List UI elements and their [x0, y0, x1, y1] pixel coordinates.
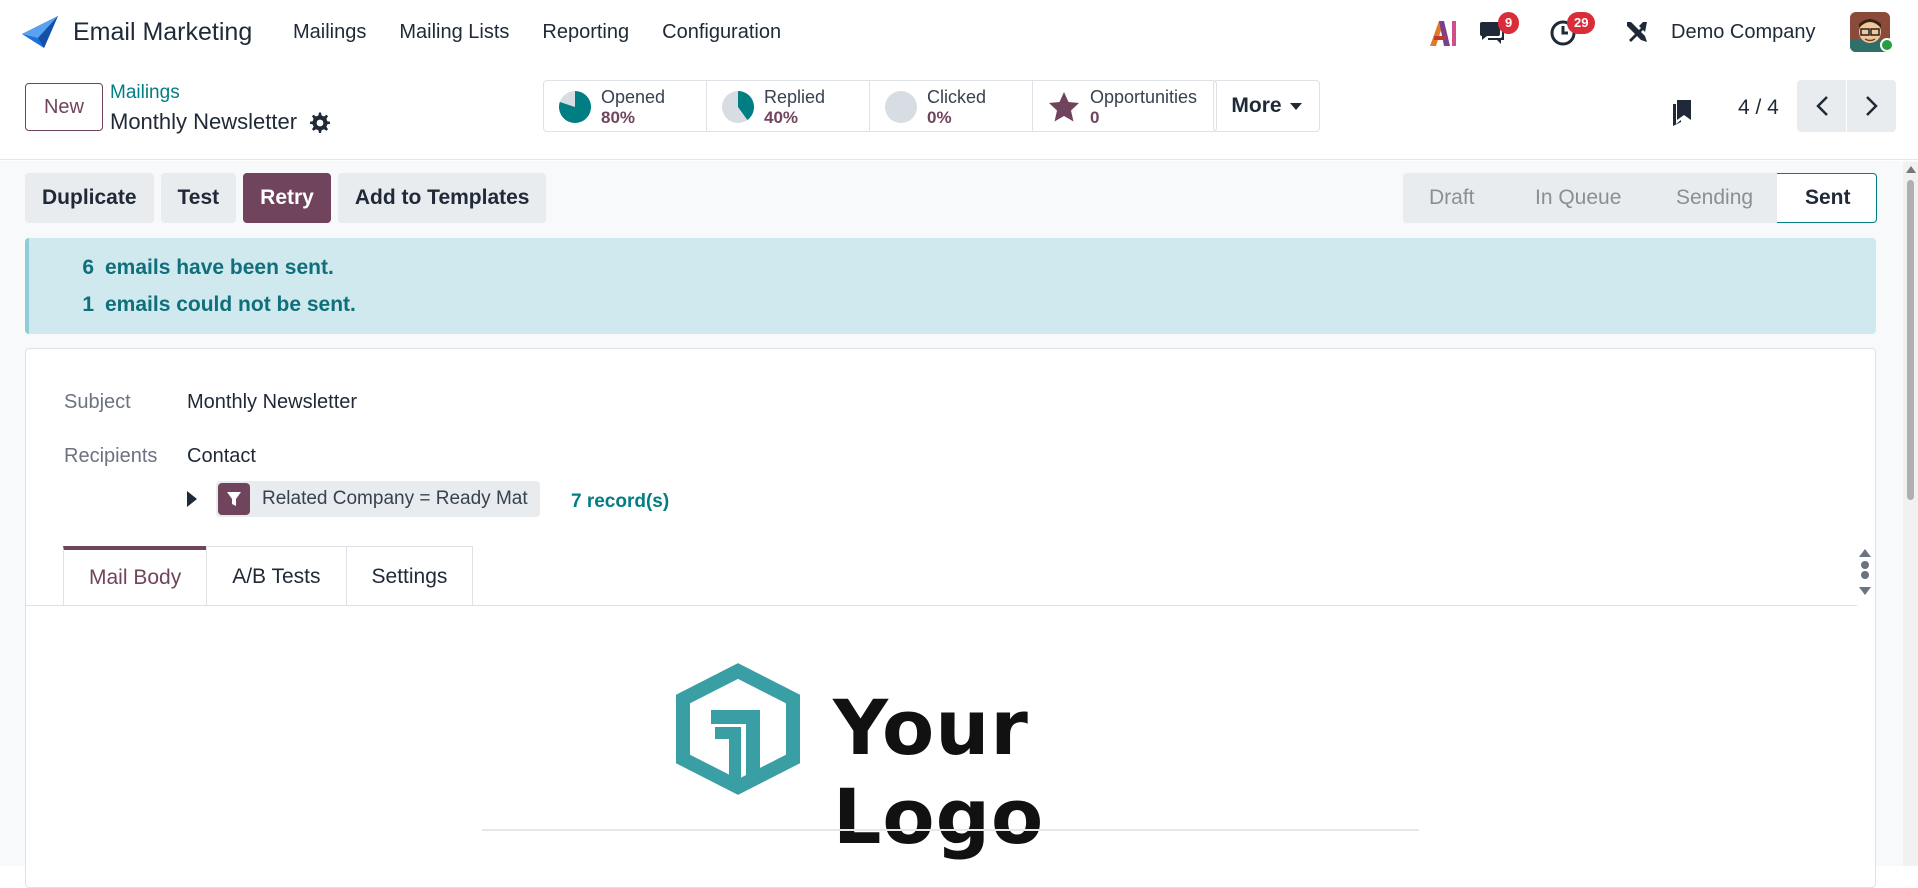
gear-icon[interactable] — [309, 112, 331, 134]
clicked-pie-icon — [885, 91, 917, 123]
stat-replied[interactable]: Replied 40% — [707, 81, 870, 131]
sending-status-alert: 6 emails have been sent. 1 emails could no… — [25, 238, 1876, 334]
pager-value[interactable]: 4 / 4 — [1738, 96, 1779, 120]
activities-badge: 29 — [1567, 12, 1596, 34]
control-panel: New Mailings Monthly Newsletter Opened 8… — [0, 66, 1918, 160]
more-label: More — [1231, 94, 1282, 117]
logo-text: Your Logo — [833, 683, 1045, 861]
sent-count: 6 — [82, 256, 94, 279]
tab-scroll-arrows-icon[interactable] — [1857, 547, 1873, 599]
stat-opened[interactable]: Opened 80% — [544, 81, 707, 131]
menu-mailing-lists[interactable]: Mailing Lists — [399, 21, 509, 44]
replied-pie-icon — [722, 91, 754, 123]
stat-label: Clicked — [927, 87, 987, 107]
pager-previous-button[interactable] — [1797, 80, 1846, 132]
subject-label: Subject — [64, 391, 131, 413]
more-dropdown-button[interactable]: More — [1213, 80, 1320, 132]
top-navbar: Email Marketing Mailings Mailing Lists R… — [0, 0, 1918, 66]
notebook-tabs: Mail Body A/B Tests Settings — [63, 546, 474, 606]
app-name[interactable]: Email Marketing — [73, 18, 252, 47]
tools-icon[interactable] — [1623, 18, 1651, 46]
stat-value: 0 — [1090, 108, 1100, 127]
failed-line: 1 emails could not be sent. — [74, 293, 356, 317]
stat-clicked[interactable]: Clicked 0% — [870, 81, 1033, 131]
recipients-field[interactable]: Contact — [187, 445, 256, 468]
menu-mailings[interactable]: Mailings — [293, 21, 366, 44]
app-logo-icon[interactable] — [20, 14, 60, 50]
domain-text: Related Company = Ready Mat — [262, 488, 528, 509]
expand-triangle-icon[interactable] — [187, 491, 197, 507]
pager-next-button[interactable] — [1847, 80, 1896, 132]
sent-text: emails have been sent. — [105, 256, 334, 279]
menu-reporting[interactable]: Reporting — [542, 21, 629, 44]
chevron-left-icon — [1815, 96, 1828, 116]
stat-label: Opened — [601, 87, 666, 107]
tabs-divider — [26, 605, 1857, 606]
duplicate-button[interactable]: Duplicate — [25, 173, 154, 223]
records-link[interactable]: 7 record(s) — [571, 491, 669, 513]
bookmark-icon[interactable] — [1671, 98, 1693, 126]
stat-value: 80% — [601, 108, 636, 127]
tab-settings[interactable]: Settings — [345, 546, 474, 606]
stage-sending[interactable]: Sending — [1648, 173, 1777, 223]
status-bar: Draft In Queue Sending Sent — [1403, 173, 1877, 223]
stage-in-queue[interactable]: In Queue — [1507, 173, 1648, 223]
domain-filter-chip[interactable]: Related Company = Ready Mat — [216, 481, 540, 517]
stat-opportunities[interactable]: Opportunities 0 — [1033, 81, 1216, 131]
mail-logo[interactable]: Your Logo — [653, 661, 1233, 861]
star-icon — [1049, 92, 1079, 122]
stat-buttons: Opened 80% Replied 40% Clicked 0% Opport… — [543, 80, 1217, 132]
tab-ab-tests[interactable]: A/B Tests — [206, 546, 347, 606]
failed-count: 1 — [82, 293, 94, 316]
filter-icon — [218, 483, 250, 515]
online-status-dot — [1880, 38, 1894, 52]
add-to-templates-button[interactable]: Add to Templates — [337, 173, 547, 223]
scroll-up-icon[interactable] — [1906, 166, 1916, 173]
breadcrumb-mailings[interactable]: Mailings — [110, 82, 180, 104]
recipients-label: Recipients — [64, 445, 158, 467]
hexagon-logo-icon — [676, 663, 800, 795]
company-switcher[interactable]: Demo Company — [1671, 21, 1816, 44]
stat-value: 0% — [927, 108, 952, 127]
retry-button[interactable]: Retry — [243, 173, 331, 223]
main-menu: Mailings Mailing Lists Reporting Configu… — [293, 21, 814, 44]
record-title: Monthly Newsletter — [110, 109, 298, 134]
tab-mail-body[interactable]: Mail Body — [63, 546, 208, 606]
ai-icon[interactable] — [1428, 18, 1458, 48]
stat-label: Replied — [764, 87, 826, 107]
new-button[interactable]: New — [25, 83, 103, 131]
stat-value: 40% — [764, 108, 799, 127]
scroll-thumb[interactable] — [1907, 180, 1914, 500]
menu-configuration[interactable]: Configuration — [662, 21, 781, 44]
caret-down-icon — [1289, 102, 1302, 110]
stat-label: Opportunities — [1090, 87, 1198, 107]
page-scrollbar[interactable] — [1903, 162, 1918, 866]
test-button[interactable]: Test — [160, 173, 237, 223]
mail-divider — [482, 829, 1419, 831]
stage-draft[interactable]: Draft — [1403, 173, 1507, 223]
opened-pie-icon — [559, 91, 591, 123]
stage-sent[interactable]: Sent — [1777, 173, 1877, 223]
chevron-right-icon — [1865, 96, 1878, 116]
form-view: Duplicate Test Retry Add to Templates Dr… — [0, 161, 1918, 888]
sent-line: 6 emails have been sent. — [74, 256, 334, 280]
messages-badge: 9 — [1498, 12, 1520, 34]
subject-field[interactable]: Monthly Newsletter — [187, 391, 357, 414]
failed-text: emails could not be sent. — [105, 293, 356, 316]
action-buttons: Duplicate Test Retry Add to Templates — [25, 173, 547, 223]
